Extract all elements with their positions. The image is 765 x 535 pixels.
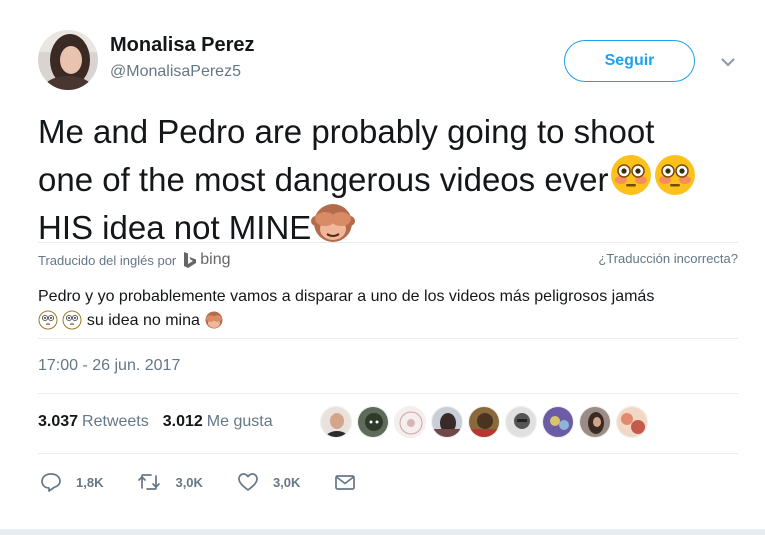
liker-avatar[interactable]: [320, 406, 352, 438]
heart-icon: [238, 473, 258, 491]
reply-count: 1,8K: [76, 474, 104, 490]
likes-stat[interactable]: 3.012 Me gusta: [163, 413, 273, 431]
likes-count: 3.012: [162, 413, 203, 430]
dm-envelope-icon: [335, 475, 356, 490]
liker-avatar[interactable]: [394, 406, 426, 438]
tweet-bottom-border: [0, 529, 765, 535]
retweets-label: Retweets: [82, 413, 149, 430]
tweet-text: Me and Pedro are probably going to shoot…: [38, 110, 758, 249]
reply-icon: [41, 473, 61, 492]
flushed-face-icon: [62, 310, 82, 330]
bing-logo-icon: [184, 252, 197, 268]
likes-label: Me gusta: [206, 413, 273, 430]
liker-avatar[interactable]: [616, 406, 648, 438]
like-button[interactable]: 3,0K: [237, 472, 300, 492]
liker-avatar[interactable]: [505, 406, 537, 438]
divider: [38, 242, 738, 243]
liker-avatar[interactable]: [468, 406, 500, 438]
see-no-evil-monkey-icon: [311, 201, 356, 245]
divider: [38, 453, 738, 454]
see-no-evil-monkey-icon: [204, 310, 224, 330]
avatar[interactable]: [38, 30, 98, 90]
liker-avatar[interactable]: [431, 406, 463, 438]
translation-line-1: Pedro y yo probablemente vamos a dispara…: [38, 288, 655, 305]
retweet-button[interactable]: 3,0K: [137, 472, 203, 492]
chevron-down-icon[interactable]: [719, 55, 737, 69]
tweet-stats: 3.037 Retweets 3.012 Me gusta: [38, 413, 287, 431]
flushed-face-icon: [38, 310, 58, 330]
tweet-line-2: one of the most dangerous videos ever: [38, 153, 758, 201]
flushed-face-icon: [653, 153, 697, 197]
tweet-line-1: Me and Pedro are probably going to shoot: [38, 113, 655, 150]
tweet-actions: 1,8K 3,0K 3,0K: [40, 472, 404, 492]
bing-label: bing: [200, 251, 231, 268]
liker-avatar[interactable]: [357, 406, 389, 438]
translated-by-label: Traducido del inglés por: [38, 252, 177, 268]
translation-attribution: Traducido del inglés por bing: [38, 251, 231, 269]
divider: [38, 393, 738, 394]
user-name[interactable]: Monalisa Perez: [110, 34, 255, 57]
divider: [38, 338, 738, 339]
retweets-stat[interactable]: 3.037 Retweets: [38, 413, 149, 431]
user-handle[interactable]: @MonalisaPerez5: [110, 63, 241, 81]
retweet-count: 3,0K: [175, 474, 203, 490]
liker-avatars: [320, 406, 653, 438]
translation-text: Pedro y yo probablemente vamos a dispara…: [38, 285, 738, 333]
like-count: 3,0K: [272, 474, 301, 490]
liker-avatar[interactable]: [579, 406, 611, 438]
direct-message-button[interactable]: [334, 472, 370, 492]
flushed-face-icon: [609, 153, 653, 197]
retweets-count: 3.037: [38, 413, 79, 430]
reply-button[interactable]: 1,8K: [40, 472, 103, 492]
liker-avatar[interactable]: [542, 406, 574, 438]
follow-button[interactable]: Seguir: [564, 40, 695, 82]
retweet-icon: [138, 474, 161, 490]
wrong-translation-link[interactable]: ¿Traducción incorrecta?: [598, 251, 738, 266]
bing-logo[interactable]: bing: [183, 251, 231, 269]
translation-line-2: su idea no mina: [38, 309, 738, 333]
tweet-timestamp[interactable]: 17:00 - 26 jun. 2017: [38, 357, 180, 375]
